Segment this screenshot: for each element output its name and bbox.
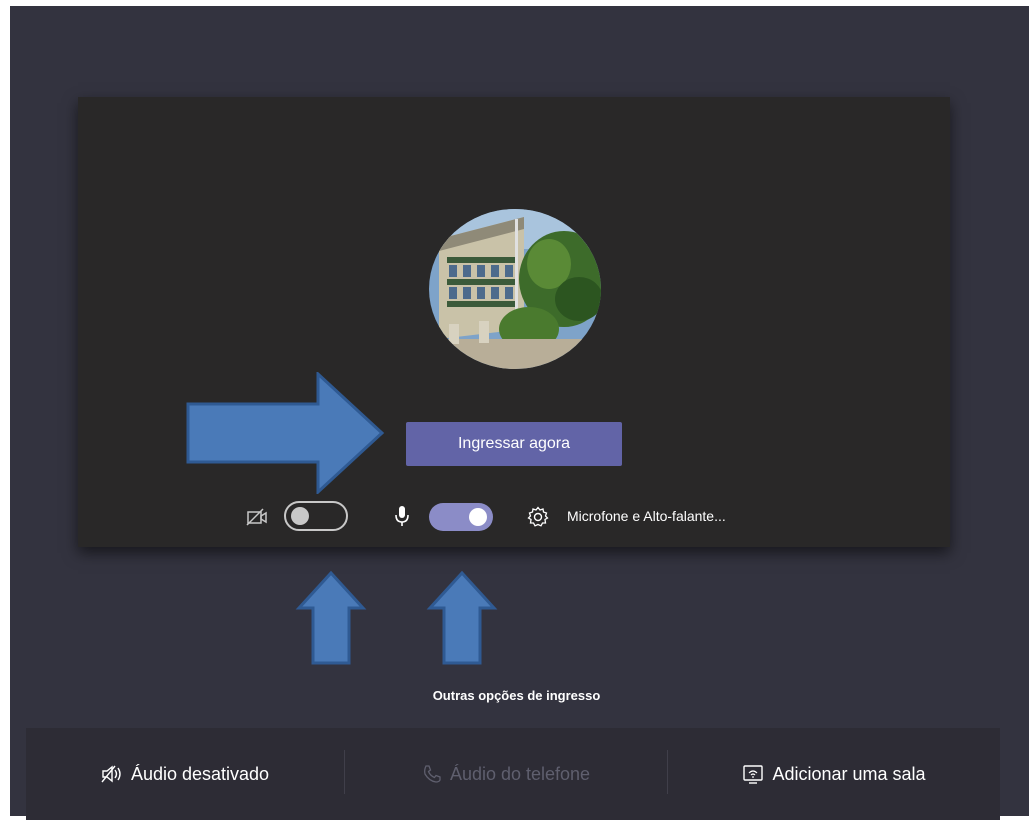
microphone-toggle[interactable] — [429, 503, 493, 531]
up-arrow-annotation-microphone — [426, 570, 498, 665]
phone-audio-option[interactable]: Áudio do telefone — [345, 728, 667, 820]
other-join-options-heading: Outras opções de ingresso — [432, 688, 601, 703]
speaker-off-icon — [101, 765, 121, 783]
phone-audio-label: Áudio do telefone — [449, 763, 591, 784]
right-arrow-annotation — [186, 372, 385, 494]
room-cast-icon — [743, 765, 764, 784]
screenshot-border-top — [0, 0, 1033, 6]
camera-off-icon — [246, 508, 268, 526]
audio-off-label: Áudio desativado — [130, 763, 270, 784]
up-arrow-annotation-camera — [295, 570, 367, 665]
add-room-option[interactable]: Adicionar uma sala — [668, 728, 1000, 820]
add-room-label: Adicionar uma sala — [772, 763, 926, 784]
microphone-icon — [394, 505, 410, 527]
join-now-button[interactable]: Ingressar agora — [406, 422, 622, 466]
other-join-options-bar: Áudio desativado Áudio do telefone Adici… — [26, 728, 1000, 820]
gear-icon[interactable] — [527, 506, 549, 528]
audio-off-option[interactable]: Áudio desativado — [26, 728, 344, 820]
phone-icon — [423, 765, 441, 783]
avatar — [429, 209, 601, 369]
device-controls: Microfone e Alto-falante... — [78, 499, 950, 535]
building-photo — [429, 209, 601, 369]
camera-toggle[interactable] — [284, 501, 348, 531]
device-settings-link[interactable]: Microfone e Alto-falante... — [567, 508, 726, 524]
toggle-knob — [291, 507, 309, 525]
toggle-knob — [469, 508, 487, 526]
